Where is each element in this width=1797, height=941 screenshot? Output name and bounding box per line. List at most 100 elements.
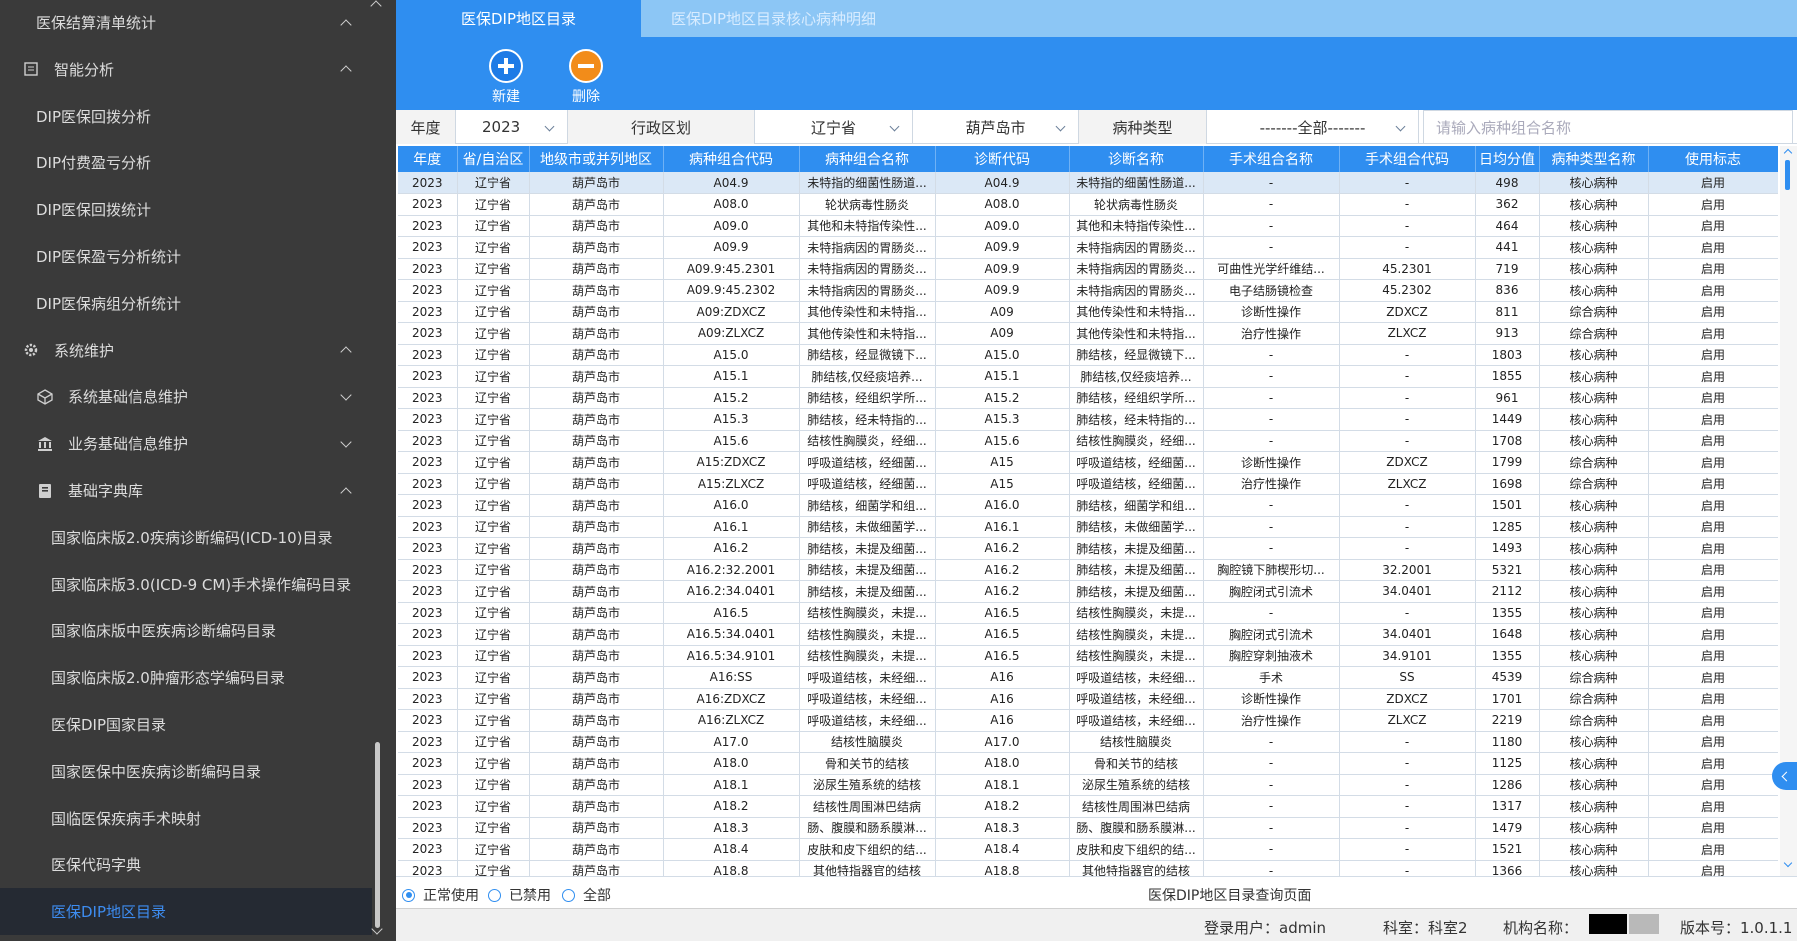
new-button[interactable]: 新建 <box>476 49 536 107</box>
sidebar-item[interactable]: 医保结算清单统计 <box>0 0 372 46</box>
column-header[interactable]: 省/自治区 <box>457 146 530 172</box>
table-cell: 核心病种 <box>1539 215 1649 237</box>
minus-icon <box>569 49 603 83</box>
table-row[interactable]: 2023 辽宁省 葫芦岛市 A18.8 其他特指器官的结核 A18.8 其他特指器官的结核 -… <box>398 860 1778 876</box>
sidebar-item[interactable]: 业务基础信息维护 <box>0 420 372 467</box>
table-row[interactable]: 2023 辽宁省 葫芦岛市 A15.0 肺结核，经显微镜下... A15.0 肺结核，经显微… <box>398 344 1778 366</box>
table-row[interactable]: 2023 辽宁省 葫芦岛市 A15:ZDXCZ 呼吸道结核，经细菌... A15 呼吸道结核… <box>398 451 1778 474</box>
chevron-up-icon[interactable] <box>340 346 352 358</box>
table-cell: - <box>1203 516 1340 538</box>
table-row[interactable]: 2023 辽宁省 葫芦岛市 A15.6 结核性胸膜炎，经细... A15.6 结核性胸膜炎，… <box>398 430 1778 452</box>
table-row[interactable]: 2023 辽宁省 葫芦岛市 A16.2:32.2001 肺结核，未提及细菌... A16.… <box>398 559 1778 581</box>
table-row[interactable]: 2023 辽宁省 葫芦岛市 A16:ZDXCZ 呼吸道结核，未经细... A16 呼吸道结核… <box>398 688 1778 710</box>
table-row[interactable]: 2023 辽宁省 葫芦岛市 A09.9 未特指病因的胃肠炎... A09.9 未特指病因的胃… <box>398 236 1778 259</box>
collapse-panel-button[interactable] <box>1772 762 1797 790</box>
year-select[interactable]: 2023 <box>456 110 568 144</box>
column-header[interactable]: 诊断名称 <box>1069 146 1204 172</box>
table-row[interactable]: 2023 辽宁省 葫芦岛市 A16.2:34.0401 肺结核，未提及细菌... A16.… <box>398 580 1778 603</box>
search-input[interactable]: 请输入病种组合名称 <box>1423 110 1793 144</box>
column-header[interactable]: 地级市或并列地区 <box>529 146 664 172</box>
city-select[interactable]: 葫芦岛市 <box>913 110 1079 144</box>
table-row[interactable]: 2023 辽宁省 葫芦岛市 A09.9:45.2301 未特指病因的胃肠炎... A09.… <box>398 258 1778 280</box>
sidebar-item[interactable]: 基础字典库 <box>0 467 372 514</box>
tab-dip-core-detail[interactable]: 医保DIP地区目录核心病种明细 <box>641 0 906 37</box>
table-row[interactable]: 2023 辽宁省 葫芦岛市 A16.2 肺结核，未提及细菌... A16.2 肺结核，未提及… <box>398 537 1778 560</box>
table-row[interactable]: 2023 辽宁省 葫芦岛市 A09:ZLXCZ 其他传染性和未特指... A09 其他传染性… <box>398 322 1778 345</box>
table-row[interactable]: 2023 辽宁省 葫芦岛市 A08.0 轮状病毒性肠炎 A08.0 轮状病毒性肠炎 - -362… <box>398 193 1778 216</box>
table-row[interactable]: 2023 辽宁省 葫芦岛市 A18.4 皮肤和皮下组织的结... A18.4 皮肤和皮下组织… <box>398 838 1778 861</box>
column-header[interactable]: 诊断代码 <box>935 146 1070 172</box>
table-row[interactable]: 2023 辽宁省 葫芦岛市 A18.3 肠、腹膜和肠系膜淋... A18.3 肠、腹膜和肠系… <box>398 817 1778 839</box>
sidebar-item[interactable]: DIP医保病组分析统计 <box>0 280 372 327</box>
column-header[interactable]: 病种组合名称 <box>799 146 936 172</box>
sidebar-item-label: DIP医保盈亏分析统计 <box>36 248 182 266</box>
chevron-up-icon[interactable] <box>340 18 352 31</box>
scroll-down-icon[interactable] <box>371 923 383 935</box>
delete-button[interactable]: 删除 <box>556 49 616 107</box>
chevron-down-icon[interactable] <box>340 436 352 448</box>
radio-all[interactable]: 全部 <box>562 885 611 905</box>
radio-active[interactable]: 正常使用 <box>402 885 479 905</box>
scroll-up-icon[interactable] <box>370 0 382 12</box>
table-row[interactable]: 2023 辽宁省 葫芦岛市 A16:SS 呼吸道结核，未经细... A16 呼吸道结核，未经… <box>398 666 1778 689</box>
sidebar-item[interactable]: 国家临床版2.0疾病诊断编码(ICD-10)目录 <box>0 514 372 561</box>
table-cell: A09.9 <box>663 236 800 259</box>
sidebar-item[interactable]: 国家医保中医疾病诊断编码目录 <box>0 748 372 795</box>
scroll-down-icon[interactable] <box>1783 858 1793 868</box>
sidebar-item[interactable]: 医保代码字典 <box>0 841 372 888</box>
sidebar-scrollbar[interactable] <box>375 742 380 928</box>
sidebar-item[interactable]: 国家临床版3.0(ICD-9 CM)手术操作编码目录 <box>0 561 372 608</box>
sidebar-item[interactable]: DIP医保盈亏分析统计 <box>0 233 372 280</box>
sidebar-item[interactable]: DIP医保回拨统计 <box>0 186 372 233</box>
table-row[interactable]: 2023 辽宁省 葫芦岛市 A16.5 结核性胸膜炎，未提... A16.5 结核性胸膜炎，… <box>398 602 1778 624</box>
table-cell: - <box>1339 795 1476 818</box>
sidebar-item[interactable]: DIP医保回拨分析 <box>0 93 372 140</box>
scroll-up-icon[interactable] <box>1783 148 1793 158</box>
column-header[interactable]: 手术组合代码 <box>1339 146 1476 172</box>
table-row[interactable]: 2023 辽宁省 葫芦岛市 A16.5:34.0401 结核性胸膜炎，未提... A16.… <box>398 623 1778 646</box>
table-cell: 核心病种 <box>1539 795 1649 818</box>
table-row[interactable]: 2023 辽宁省 葫芦岛市 A18.0 骨和关节的结核 A18.0 骨和关节的结核 - -112… <box>398 752 1778 775</box>
table-row[interactable]: 2023 辽宁省 葫芦岛市 A16.0 肺结核，细菌学和组... A16.0 肺结核，细菌学… <box>398 494 1778 517</box>
type-select[interactable]: -------全部------- <box>1207 110 1419 144</box>
table-row[interactable]: 2023 辽宁省 葫芦岛市 A15.2 肺结核，经组织学所... A15.2 肺结核，经组织… <box>398 387 1778 409</box>
chevron-down-icon[interactable] <box>340 389 352 401</box>
table-row[interactable]: 2023 辽宁省 葫芦岛市 A15.3 肺结核，经未特指的... A15.3 肺结核，经未特… <box>398 408 1778 431</box>
table-cell: - <box>1339 408 1476 431</box>
tab-dip-region-catalog[interactable]: 医保DIP地区目录 <box>396 0 641 37</box>
column-header[interactable]: 使用标志 <box>1648 146 1778 172</box>
table-cell: 肺结核,仅经痰培养... <box>1069 365 1204 388</box>
column-header[interactable]: 日均分值 <box>1475 146 1540 172</box>
scroll-thumb[interactable] <box>1785 160 1790 190</box>
table-row[interactable]: 2023 辽宁省 葫芦岛市 A09:ZDXCZ 其他传染性和未特指... A09 其他传染性… <box>398 301 1778 323</box>
sidebar-item[interactable]: 系统维护 <box>0 327 372 374</box>
sidebar-item[interactable]: 医保DIP地区目录 <box>0 888 372 936</box>
sidebar-item[interactable]: 系统基础信息维护 <box>0 373 372 420</box>
table-row[interactable]: 2023 辽宁省 葫芦岛市 A18.1 泌尿生殖系统的结核 A18.1 泌尿生殖系统的结核 -… <box>398 774 1778 796</box>
table-row[interactable]: 2023 辽宁省 葫芦岛市 A18.2 结核性周围淋巴结病 A18.2 结核性周围淋巴结病 -… <box>398 795 1778 818</box>
column-header[interactable]: 手术组合名称 <box>1203 146 1340 172</box>
province-select[interactable]: 辽宁省 <box>755 110 913 144</box>
chevron-up-icon[interactable] <box>340 486 352 499</box>
table-cell: 葫芦岛市 <box>529 666 664 689</box>
table-row[interactable]: 2023 辽宁省 葫芦岛市 A09.0 其他和未特指传染性... A09.0 其他和未特指传… <box>398 215 1778 237</box>
table-row[interactable]: 2023 辽宁省 葫芦岛市 A17.0 结核性脑膜炎 A17.0 结核性脑膜炎 - -1180 核… <box>398 731 1778 753</box>
sidebar-item[interactable]: 国临医保疾病手术映射 <box>0 795 372 842</box>
sidebar-item[interactable]: 智能分析 <box>0 46 372 93</box>
radio-disabled[interactable]: 已禁用 <box>488 885 551 905</box>
table-row[interactable]: 2023 辽宁省 葫芦岛市 A16.5:34.9101 结核性胸膜炎，未提... A16.… <box>398 645 1778 667</box>
table-row[interactable]: 2023 辽宁省 葫芦岛市 A15.1 肺结核,仅经痰培养... A15.1 肺结核,仅经痰… <box>398 365 1778 388</box>
table-row[interactable]: 2023 辽宁省 葫芦岛市 A16.1 肺结核，未做细菌学... A16.1 肺结核，未做细… <box>398 516 1778 538</box>
column-header[interactable]: 病种类型名称 <box>1539 146 1649 172</box>
sidebar-item[interactable]: DIP付费盈亏分析 <box>0 139 372 186</box>
sidebar-item[interactable]: 医保DIP国家目录 <box>0 701 372 748</box>
table-row[interactable]: 2023 辽宁省 葫芦岛市 A09.9:45.2302 未特指病因的胃肠炎... A09.… <box>398 279 1778 302</box>
chevron-up-icon[interactable] <box>340 65 352 77</box>
column-header[interactable]: 年度 <box>398 146 458 172</box>
sidebar-item[interactable]: 国家临床版2.0肿瘤形态学编码目录 <box>0 654 372 701</box>
table-row[interactable]: 2023 辽宁省 葫芦岛市 A15:ZLXCZ 呼吸道结核，经细菌... A15 呼吸道结核… <box>398 473 1778 495</box>
table-row[interactable]: 2023 辽宁省 葫芦岛市 A04.9 未特指的细菌性肠道... A04.9 未特指的细菌性… <box>398 172 1778 194</box>
column-header[interactable]: 病种组合代码 <box>663 146 800 172</box>
table-row[interactable]: 2023 辽宁省 葫芦岛市 A16:ZLXCZ 呼吸道结核，未经细... A16 呼吸道结核… <box>398 709 1778 732</box>
sidebar-item[interactable]: 国家临床版中医疾病诊断编码目录 <box>0 607 372 654</box>
